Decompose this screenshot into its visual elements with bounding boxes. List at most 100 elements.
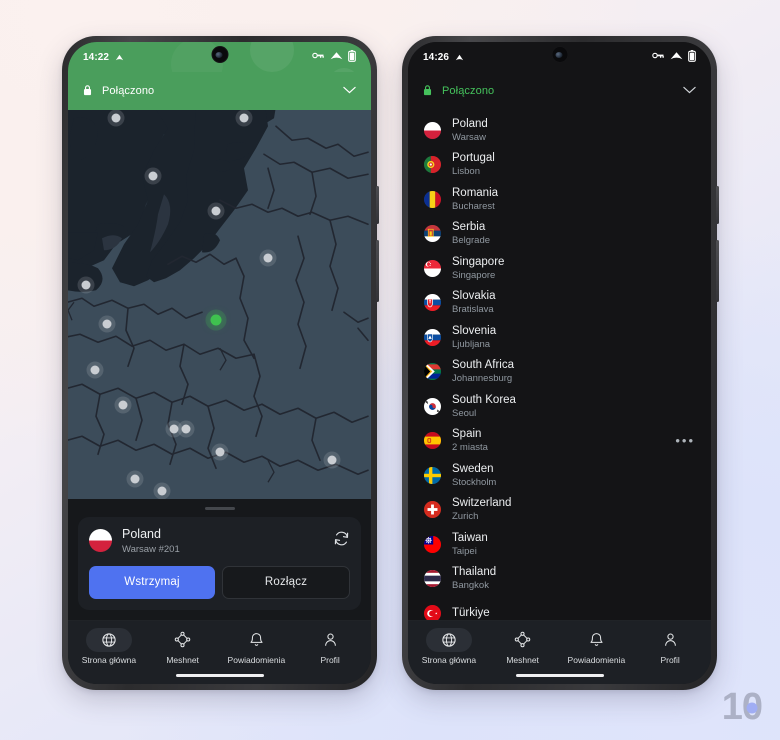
nav-item-home[interactable]: Strona główna (412, 627, 486, 665)
flag-south-africa-icon (424, 363, 441, 381)
country-row[interactable]: South Korea Seoul (408, 389, 711, 424)
country-row[interactable]: South Africa Johannesburg (408, 355, 711, 390)
wifi-icon (330, 50, 343, 64)
flag-taiwan-icon (424, 535, 441, 553)
country-row[interactable]: Slovenia Ljubljana (408, 320, 711, 355)
country-name: Slovakia (452, 290, 496, 303)
connection-status-bar-left[interactable]: Połączono (68, 72, 371, 110)
overflow-menu-icon[interactable]: ••• (675, 434, 695, 447)
country-row[interactable]: Serbia Belgrade (408, 217, 711, 252)
country-city: Bucharest (452, 200, 495, 212)
country-city: Bratislava (452, 304, 494, 316)
bell-icon (233, 628, 279, 652)
server-pin[interactable] (130, 474, 140, 484)
nav-item-notifications[interactable]: Powiadomienia (560, 628, 634, 665)
country-name: Türkiye (452, 606, 490, 619)
connection-card: Poland Warsaw #201 Wstrzymaj Rozłącz (78, 516, 361, 610)
server-pin[interactable] (239, 113, 249, 123)
server-pin[interactable] (169, 424, 179, 434)
refresh-icon[interactable] (333, 530, 350, 552)
volume-button[interactable] (716, 186, 719, 224)
server-pin[interactable] (111, 113, 121, 123)
globe-icon (425, 627, 472, 652)
country-row[interactable]: Romania Bucharest (408, 182, 711, 217)
nav-label-meshnet: Meshnet (166, 654, 199, 665)
country-city: Lisbon (452, 166, 480, 178)
power-button[interactable] (376, 240, 379, 302)
server-pin[interactable] (118, 400, 128, 410)
country-city: Bangkok (452, 580, 489, 592)
country-city: Stockholm (452, 476, 497, 488)
vpn-key-icon (312, 51, 325, 63)
server-pin[interactable] (327, 455, 337, 465)
gesture-bar[interactable] (515, 673, 604, 677)
sheet-drag-handle[interactable] (204, 506, 235, 510)
server-pin[interactable] (148, 171, 158, 181)
server-pin[interactable] (81, 280, 91, 290)
connection-status-bar-right[interactable]: Połączono (408, 72, 711, 110)
country-row[interactable]: Spain 2 miasta ••• (408, 424, 711, 459)
globe-icon (85, 627, 132, 652)
profile-icon (307, 628, 353, 652)
nav-item-meshnet[interactable]: Meshnet (146, 628, 220, 665)
country-list[interactable]: Poland Warsaw Portugal Lisbon Romania Buchare… (408, 110, 711, 620)
server-pin[interactable] (157, 486, 167, 496)
flag-serbia-icon (424, 225, 441, 243)
country-row[interactable]: Portugal Lisbon (408, 148, 711, 183)
country-name: Singapore (452, 255, 505, 268)
country-row[interactable]: Switzerland Zurich (408, 493, 711, 528)
map-graphic (68, 110, 371, 499)
country-row[interactable]: Sweden Stockholm (408, 458, 711, 493)
country-row[interactable]: Slovakia Bratislava (408, 286, 711, 321)
country-row-info: Taiwan Taipei (452, 532, 695, 557)
nav-item-profile[interactable]: Profil (633, 628, 707, 665)
chevron-down-icon[interactable] (343, 85, 356, 97)
status-time: 14:22 (83, 51, 110, 63)
nav-item-profile[interactable]: Profil (293, 628, 367, 665)
country-row-info: Serbia Belgrade (452, 221, 695, 246)
pause-button[interactable]: Wstrzymaj (89, 565, 215, 599)
country-city: 2 miasta (452, 442, 488, 454)
meshnet-icon (500, 628, 546, 652)
server-pin[interactable] (181, 424, 191, 434)
country-name: Spain (452, 428, 482, 441)
country-row[interactable]: Poland Warsaw (408, 113, 711, 148)
chevron-down-icon[interactable] (683, 85, 696, 97)
country-name: Poland (452, 117, 488, 130)
profile-icon (647, 628, 693, 652)
disconnect-button[interactable]: Rozłącz (222, 565, 350, 599)
nav-label-home: Strona główna (81, 654, 137, 665)
country-row[interactable]: Taiwan Taipei (408, 527, 711, 562)
country-name: Thailand (452, 566, 497, 579)
country-row[interactable]: Singapore Singapore (408, 251, 711, 286)
server-pin[interactable] (263, 253, 273, 263)
server-pin[interactable] (102, 319, 112, 329)
active-server-pin[interactable] (210, 314, 222, 326)
world-map[interactable] (68, 110, 371, 499)
nav-label-profile: Profil (320, 654, 340, 665)
country-row-info: Romania Bucharest (452, 187, 695, 212)
power-button[interactable] (716, 240, 719, 302)
country-name: Sweden (452, 462, 494, 475)
server-pin[interactable] (215, 447, 224, 457)
server-pin[interactable] (211, 206, 221, 216)
country-row[interactable]: Thailand Bangkok (408, 562, 711, 597)
server-pin[interactable] (90, 365, 100, 375)
gesture-bar[interactable] (175, 673, 264, 677)
nav-item-notifications[interactable]: Powiadomienia (220, 628, 294, 665)
flag-romania-icon (424, 190, 441, 208)
country-name: Serbia (452, 221, 486, 234)
flag-south-korea-icon (424, 397, 441, 415)
country-row-info: South Africa Johannesburg (452, 359, 695, 384)
nav-item-home[interactable]: Strona główna (72, 627, 146, 665)
watermark-dot (746, 702, 758, 714)
flag-thailand-icon (424, 570, 441, 588)
phone-device-right: 14:26 Połączono Poland Warsaw Portugal L… (402, 36, 719, 690)
bottom-nav-right: Strona główna Meshnet Powiadomienia Prof… (408, 619, 711, 684)
volume-button[interactable] (376, 186, 379, 224)
battery-icon (688, 49, 696, 65)
country-row[interactable]: Türkiye (408, 596, 711, 620)
nav-item-meshnet[interactable]: Meshnet (486, 628, 560, 665)
country-name: Slovenia (452, 324, 497, 337)
flag-spain-icon (424, 432, 441, 450)
